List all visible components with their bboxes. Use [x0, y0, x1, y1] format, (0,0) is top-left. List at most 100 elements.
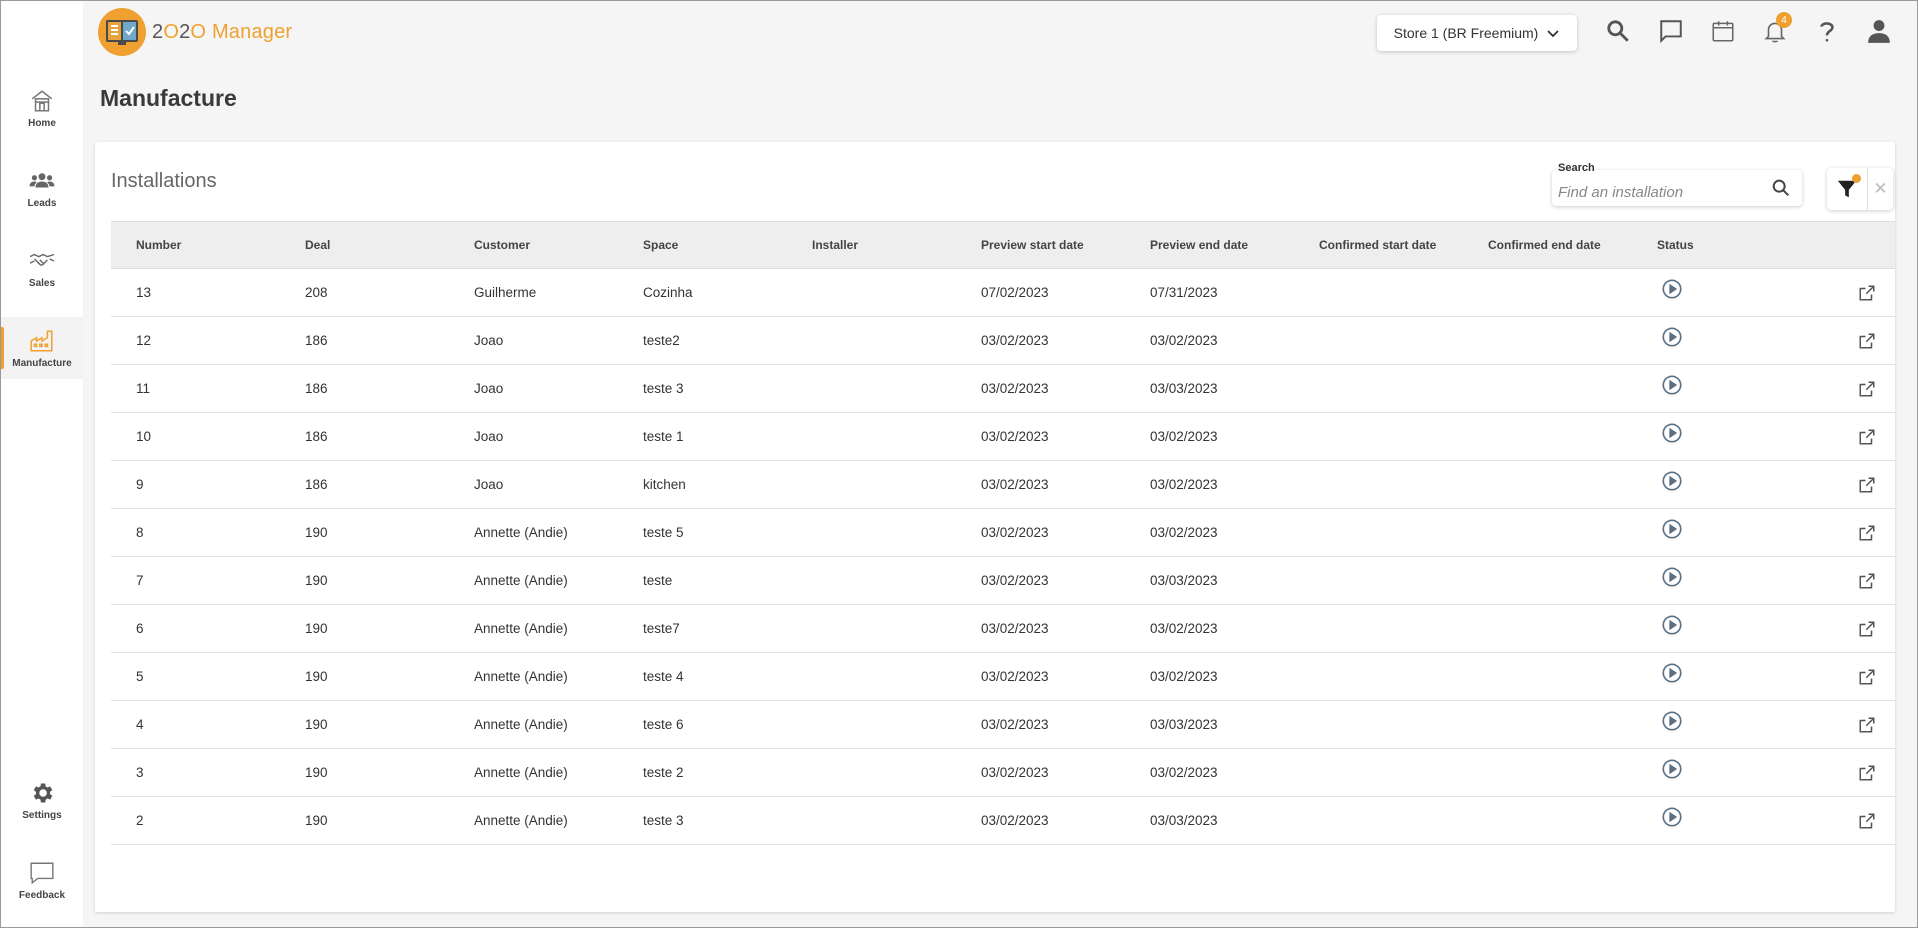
column-header-installer[interactable]: Installer	[812, 238, 858, 252]
calendar-button[interactable]	[1707, 15, 1739, 47]
table-row[interactable]: 13 208 Guilherme Cozinha 07/02/2023 07/3…	[111, 269, 1895, 317]
column-header-confirmed-end[interactable]: Confirmed end date	[1488, 238, 1601, 252]
open-external-icon[interactable]	[1858, 620, 1876, 638]
cell-deal: 208	[305, 285, 328, 300]
cell-customer: Joao	[474, 477, 504, 492]
cell-customer: Guilherme	[474, 285, 537, 300]
status-play-icon[interactable]	[1661, 662, 1683, 684]
status-play-icon[interactable]	[1661, 518, 1683, 540]
search-input[interactable]	[1558, 182, 1758, 202]
open-external-icon[interactable]	[1858, 380, 1876, 398]
status-play-icon[interactable]	[1661, 806, 1683, 828]
open-external-icon[interactable]	[1858, 428, 1876, 446]
cell-space: teste 4	[643, 669, 684, 684]
logo-text: 2O2O Manager	[152, 20, 293, 43]
cell-preview-start: 03/02/2023	[981, 669, 1049, 684]
table-row[interactable]: 6 190 Annette (Andie) teste7 03/02/2023 …	[111, 605, 1895, 653]
cell-customer: Joao	[474, 381, 504, 396]
cell-customer: Joao	[474, 429, 504, 444]
status-play-icon[interactable]	[1661, 422, 1683, 444]
open-external-icon[interactable]	[1858, 764, 1876, 782]
column-header-number[interactable]: Number	[136, 238, 181, 252]
status-play-icon[interactable]	[1661, 614, 1683, 636]
cell-customer: Annette (Andie)	[474, 813, 568, 828]
cell-customer: Joao	[474, 333, 504, 348]
sidebar-item-sales[interactable]: Sales	[1, 237, 83, 299]
status-play-icon[interactable]	[1661, 758, 1683, 780]
filter-button[interactable]	[1827, 168, 1867, 210]
cell-customer: Annette (Andie)	[474, 717, 568, 732]
handshake-icon	[29, 253, 55, 266]
cell-preview-end: 03/02/2023	[1150, 477, 1218, 492]
column-header-customer[interactable]: Customer	[474, 238, 530, 252]
open-external-icon[interactable]	[1858, 812, 1876, 830]
table-row[interactable]: 9 186 Joao kitchen 03/02/2023 03/02/2023	[111, 461, 1895, 509]
help-icon	[1820, 22, 1834, 42]
sidebar-item-leads[interactable]: Leads	[1, 157, 83, 219]
cell-preview-start: 03/02/2023	[981, 333, 1049, 348]
column-header-status[interactable]: Status	[1657, 238, 1694, 252]
status-play-icon[interactable]	[1661, 278, 1683, 300]
help-button[interactable]	[1811, 15, 1843, 47]
cell-number: 13	[136, 285, 152, 300]
open-external-icon[interactable]	[1858, 524, 1876, 542]
user-profile-button[interactable]	[1863, 15, 1895, 47]
cell-space: teste 1	[643, 429, 684, 444]
column-header-space[interactable]: Space	[643, 238, 678, 252]
cell-number: 4	[136, 717, 144, 732]
clear-filter-button[interactable]: ✕	[1867, 168, 1893, 210]
status-play-icon[interactable]	[1661, 374, 1683, 396]
status-play-icon[interactable]	[1661, 566, 1683, 588]
app-logo[interactable]: 2O2O Manager	[98, 8, 292, 56]
open-external-icon[interactable]	[1858, 476, 1876, 494]
open-external-icon[interactable]	[1858, 284, 1876, 302]
factory-icon	[30, 329, 53, 352]
table-row[interactable]: 3 190 Annette (Andie) teste 2 03/02/2023…	[111, 749, 1895, 797]
column-header-preview-end[interactable]: Preview end date	[1150, 238, 1248, 252]
table-row[interactable]: 11 186 Joao teste 3 03/02/2023 03/03/202…	[111, 365, 1895, 413]
table-row[interactable]: 10 186 Joao teste 1 03/02/2023 03/02/202…	[111, 413, 1895, 461]
column-header-confirmed-start[interactable]: Confirmed start date	[1319, 238, 1436, 252]
status-play-icon[interactable]	[1661, 326, 1683, 348]
open-external-icon[interactable]	[1858, 716, 1876, 734]
cell-number: 12	[136, 333, 152, 348]
search-label: Search	[1558, 162, 1595, 174]
table-row[interactable]: 8 190 Annette (Andie) teste 5 03/02/2023…	[111, 509, 1895, 557]
open-external-icon[interactable]	[1858, 572, 1876, 590]
cell-space: teste 6	[643, 717, 684, 732]
cell-space: Cozinha	[643, 285, 693, 300]
table-row[interactable]: 2 190 Annette (Andie) teste 3 03/02/2023…	[111, 797, 1895, 845]
message-icon	[1660, 20, 1682, 44]
cell-number: 5	[136, 669, 144, 684]
cell-deal: 190	[305, 525, 328, 540]
cell-preview-start: 07/02/2023	[981, 285, 1049, 300]
cell-preview-end: 03/02/2023	[1150, 429, 1218, 444]
sidebar-item-settings[interactable]: Settings	[1, 769, 83, 831]
column-header-deal[interactable]: Deal	[305, 238, 330, 252]
table-row[interactable]: 5 190 Annette (Andie) teste 4 03/02/2023…	[111, 653, 1895, 701]
messages-button[interactable]	[1655, 15, 1687, 47]
open-external-icon[interactable]	[1858, 668, 1876, 686]
search-icon[interactable]	[1770, 177, 1792, 199]
table-row[interactable]: 7 190 Annette (Andie) teste 03/02/2023 0…	[111, 557, 1895, 605]
status-play-icon[interactable]	[1661, 470, 1683, 492]
cell-customer: Annette (Andie)	[474, 669, 568, 684]
sidebar-item-label: Leads	[27, 197, 57, 209]
column-header-preview-start[interactable]: Preview start date	[981, 238, 1084, 252]
open-external-icon[interactable]	[1858, 332, 1876, 350]
cell-number: 7	[136, 573, 144, 588]
card-title: Installations	[111, 170, 217, 192]
store-selector[interactable]: Store 1 (BR Freemium)	[1377, 15, 1577, 51]
cell-deal: 190	[305, 621, 328, 636]
filter-controls: ✕	[1827, 168, 1893, 210]
sidebar-item-feedback[interactable]: Feedback	[1, 849, 83, 911]
global-search-button[interactable]	[1602, 15, 1634, 47]
sidebar-item-home[interactable]: Home	[1, 77, 83, 139]
table-row[interactable]: 4 190 Annette (Andie) teste 6 03/02/2023…	[111, 701, 1895, 749]
status-play-icon[interactable]	[1661, 710, 1683, 732]
notifications-button[interactable]: 4	[1759, 12, 1792, 47]
cell-space: kitchen	[643, 477, 686, 492]
sidebar-item-manufacture[interactable]: Manufacture	[1, 317, 83, 379]
table-row[interactable]: 12 186 Joao teste2 03/02/2023 03/02/2023	[111, 317, 1895, 365]
cell-preview-start: 03/02/2023	[981, 573, 1049, 588]
